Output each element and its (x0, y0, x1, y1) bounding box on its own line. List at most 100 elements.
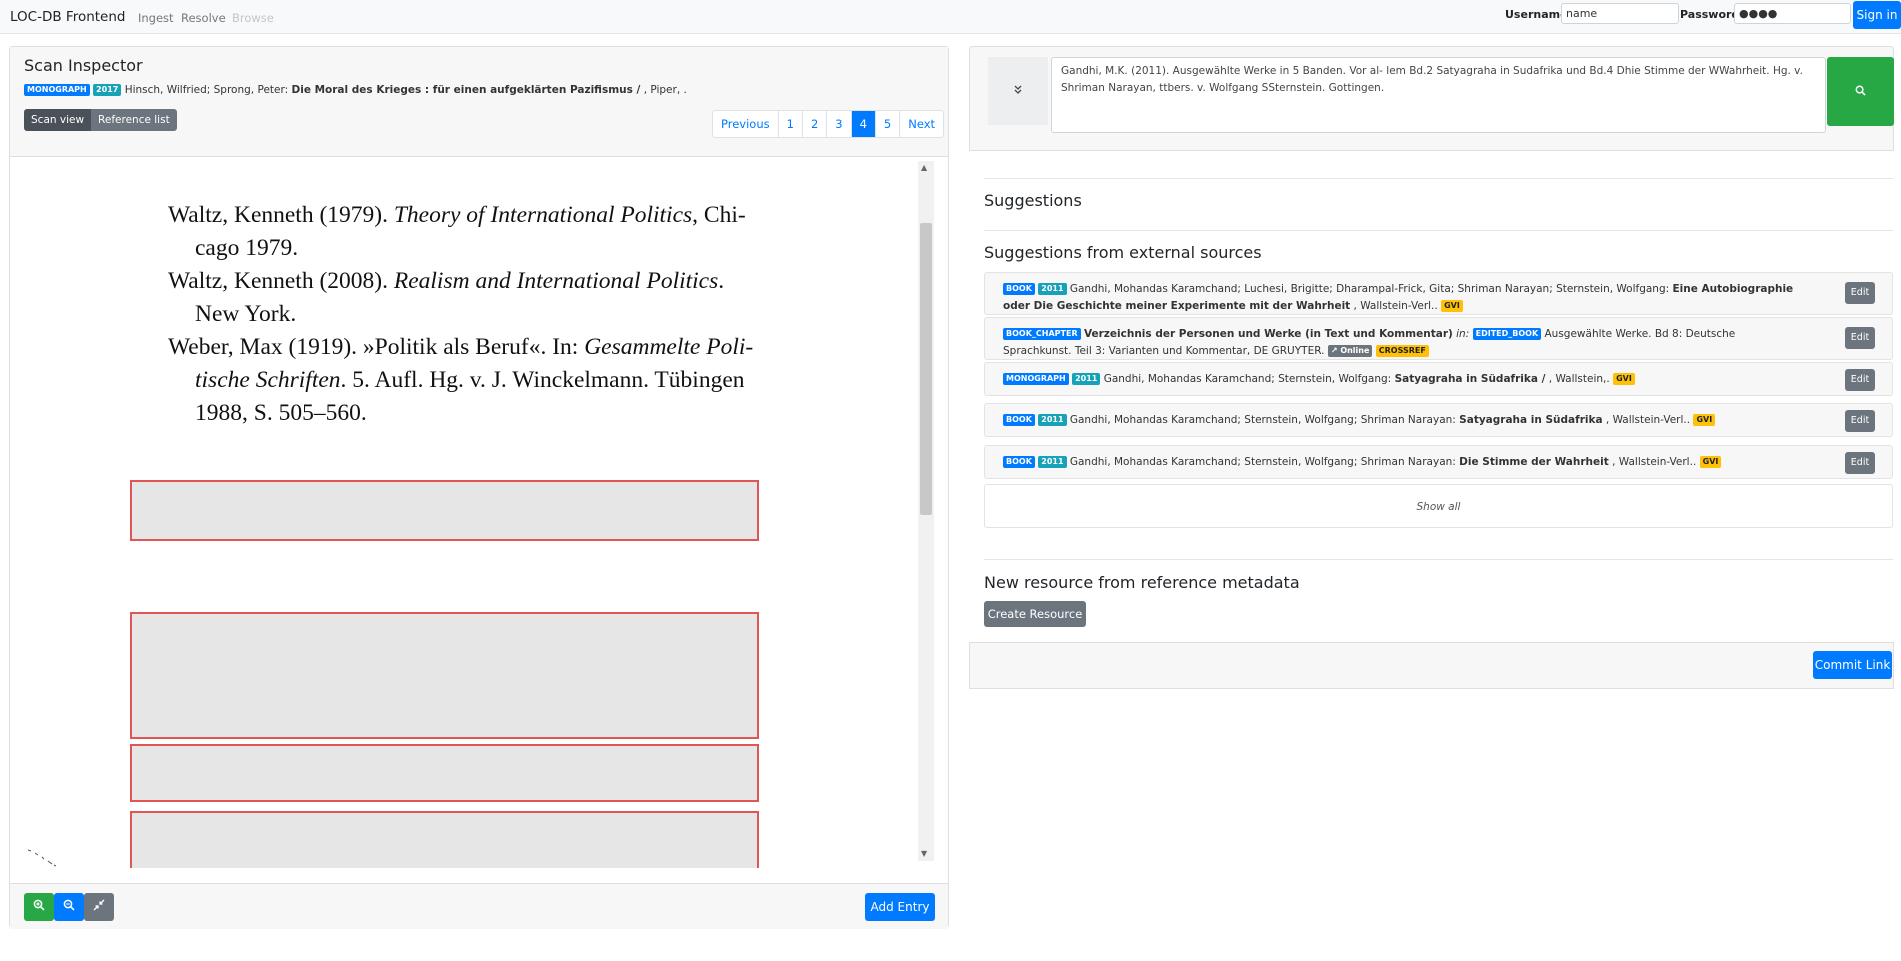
divider (984, 178, 1893, 179)
page-5[interactable]: 5 (874, 111, 899, 137)
scan-speckle (26, 848, 58, 868)
suggestion-publisher: , Wallstein,. (1548, 373, 1610, 385)
edit-button[interactable]: Edit (1845, 327, 1875, 349)
type-badge: MONOGRAPH (1003, 373, 1069, 385)
commit-link-button[interactable]: Commit Link (1813, 651, 1892, 679)
external-link-icon: ↗ (1330, 346, 1338, 355)
password-input[interactable] (1734, 3, 1851, 24)
add-entry-button[interactable]: Add Entry (865, 893, 935, 921)
page-next[interactable]: Next (899, 111, 943, 137)
suggestion-item[interactable]: BOOK 2011 Gandhi, Mohandas Karamchand; S… (984, 403, 1893, 437)
year-badge: 2011 (1038, 414, 1067, 426)
scroll-down-icon[interactable]: ▼ (921, 849, 927, 858)
reference-textarea[interactable]: Gandhi, M.K. (2011). Ausgewählte Werke i… (1051, 57, 1826, 133)
scan-line: Waltz, Kenneth (1979). Theory of Interna… (168, 202, 746, 228)
suggestion-authors: Gandhi, Mohandas Karamchand; Luchesi, Br… (1069, 283, 1670, 295)
suggestion-title: Die Stimme der Wahrheit (1459, 456, 1609, 468)
page-title: Scan Inspector (24, 56, 143, 75)
chevron-double-down-icon (1014, 85, 1022, 94)
nav-browse: Browse (232, 11, 274, 25)
source-badge: GVI (1699, 456, 1722, 468)
suggestion-title: Verzeichnis der Personen und Werke (in T… (1083, 328, 1453, 340)
divider (984, 230, 1893, 231)
edit-button[interactable]: Edit (1845, 282, 1875, 304)
create-resource-button[interactable]: Create Resource (984, 601, 1086, 627)
resolve-footer: Commit Link (969, 642, 1894, 689)
suggestion-title: Satyagraha in Südafrika / (1394, 373, 1546, 385)
reference-header: Gandhi, M.K. (2011). Ausgewählte Werke i… (969, 46, 1894, 151)
zoom-in-button[interactable] (24, 893, 54, 921)
scan-scrollbar[interactable]: ▲ ▼ (918, 161, 934, 861)
document-metadata: MONOGRAPH 2017 Hinsch, Wilfried; Sprong,… (24, 84, 687, 96)
page-previous[interactable]: Previous (713, 111, 778, 137)
reset-zoom-button[interactable] (84, 893, 114, 921)
collapse-button[interactable] (988, 57, 1048, 125)
reference-region[interactable] (130, 744, 759, 802)
nav-resolve[interactable]: Resolve (181, 11, 226, 25)
edit-button[interactable]: Edit (1845, 452, 1875, 474)
scan-view-button[interactable]: Scan view (24, 109, 92, 131)
year-badge: 2011 (1038, 283, 1067, 295)
zoom-out-button[interactable] (54, 893, 84, 921)
scan-line: New York. (195, 301, 297, 327)
external-suggestions-title: Suggestions from external sources (984, 243, 1262, 262)
suggestion-item[interactable]: MONOGRAPH 2011 Gandhi, Mohandas Karamcha… (984, 362, 1893, 396)
brand[interactable]: LOC-DB Frontend (10, 9, 126, 25)
username-input[interactable] (1561, 3, 1679, 24)
scan-line: Waltz, Kenneth (2008). Realism and Inter… (168, 268, 725, 294)
in-label: in: (1456, 328, 1470, 340)
zoom-in-icon (33, 899, 45, 911)
page-4[interactable]: 4 (850, 111, 875, 137)
container-badge: EDITED_BOOK (1472, 328, 1542, 340)
page-2[interactable]: 2 (801, 111, 826, 137)
suggestion-item[interactable]: BOOK 2011 Gandhi, Mohandas Karamchand; S… (984, 445, 1893, 479)
type-badge: BOOK (1003, 456, 1035, 468)
scan-line: Weber, Max (1919). »Politik als Beruf«. … (168, 334, 754, 360)
scan-canvas[interactable]: Waltz, Kenneth (1979). Theory of Interna… (10, 158, 938, 868)
reference-region[interactable] (130, 612, 759, 739)
scan-inspector-card: Scan Inspector MONOGRAPH 2017 Hinsch, Wi… (9, 46, 949, 929)
type-badge: BOOK (1003, 414, 1035, 426)
online-badge[interactable]: ↗ Online (1327, 345, 1373, 357)
scan-inspector-header: Scan Inspector MONOGRAPH 2017 Hinsch, Wi… (10, 47, 948, 157)
scan-line: tische Schriften. 5. Aufl. Hg. v. J. Win… (195, 367, 745, 393)
resolve-panel: Gandhi, M.K. (2011). Ausgewählte Werke i… (969, 46, 1894, 689)
pagination: Previous 1 2 3 4 5 Next (712, 110, 945, 138)
show-all-button[interactable]: Show all (984, 484, 1893, 528)
reference-region[interactable] (130, 811, 759, 868)
scan-line: 1988, S. 505–560. (195, 400, 367, 426)
scroll-thumb[interactable] (920, 223, 932, 515)
type-badge: MONOGRAPH (24, 84, 90, 96)
type-badge: BOOK (1003, 283, 1035, 295)
suggestion-title: Satyagraha in Südafrika (1459, 414, 1603, 426)
page-1[interactable]: 1 (777, 111, 802, 137)
scan-line: cago 1979. (195, 235, 299, 261)
search-button[interactable] (1827, 57, 1894, 126)
suggestion-publisher: , Wallstein-Verl.. (1605, 414, 1691, 426)
view-toggle: Scan view Reference list (24, 109, 177, 131)
year-badge: 2011 (1038, 456, 1067, 468)
reference-list-button[interactable]: Reference list (91, 109, 177, 131)
navbar: LOC-DB Frontend Ingest Resolve Browse Us… (0, 0, 1901, 34)
source-badge: GVI (1613, 373, 1635, 385)
new-resource-title: New resource from reference metadata (984, 573, 1300, 592)
sign-in-button[interactable]: Sign in (1853, 1, 1901, 29)
edit-button[interactable]: Edit (1845, 410, 1875, 432)
year-badge: 2017 (93, 84, 122, 96)
compress-icon (93, 899, 105, 911)
suggestion-item[interactable]: BOOK_CHAPTER Verzeichnis der Personen un… (984, 317, 1893, 360)
suggestion-authors: Gandhi, Mohandas Karamchand; Sternstein,… (1103, 373, 1392, 385)
suggestion-item[interactable]: BOOK 2011 Gandhi, Mohandas Karamchand; L… (984, 272, 1893, 315)
source-badge: GVI (1441, 300, 1463, 312)
suggestion-authors: Gandhi, Mohandas Karamchand; Sternstein,… (1069, 456, 1456, 468)
nav-ingest[interactable]: Ingest (138, 11, 174, 25)
reference-region[interactable] (130, 480, 759, 541)
document-title: Die Moral des Krieges : für einen aufgek… (291, 84, 641, 96)
suggestion-publisher: , Wallstein-Verl.. (1353, 300, 1438, 312)
page-3[interactable]: 3 (826, 111, 850, 137)
scroll-up-icon[interactable]: ▲ (921, 163, 927, 172)
type-badge: BOOK_CHAPTER (1003, 328, 1081, 340)
edit-button[interactable]: Edit (1845, 369, 1875, 391)
source-badge: CROSSREF (1375, 345, 1429, 357)
source-badge: GVI (1693, 414, 1716, 426)
